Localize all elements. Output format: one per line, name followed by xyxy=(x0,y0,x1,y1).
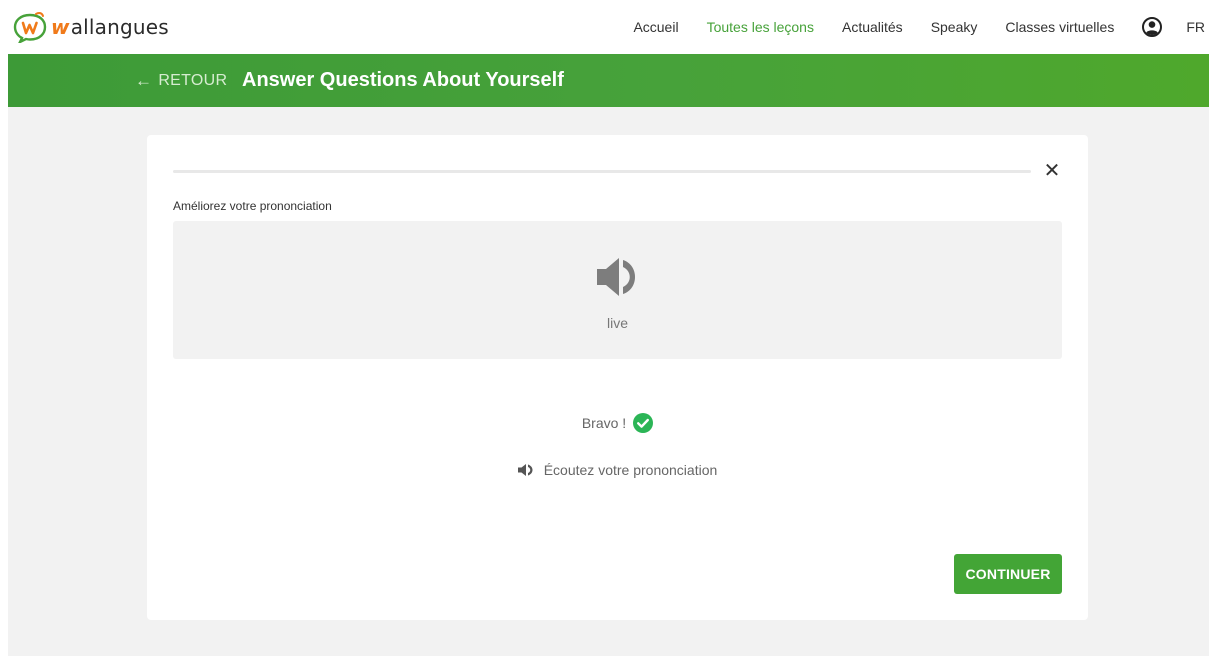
close-icon[interactable]: ✕ xyxy=(1041,160,1063,182)
logo-text: wallangues xyxy=(51,15,169,39)
nav-toutes-les-lecons[interactable]: Toutes les leçons xyxy=(707,19,814,35)
listen-label: Écoutez votre prononciation xyxy=(543,462,718,478)
top-navbar: wallangues Accueil Toutes les leçons Act… xyxy=(0,0,1209,54)
language-selector[interactable]: FR xyxy=(1186,19,1205,35)
nav-speaky[interactable]: Speaky xyxy=(931,19,978,35)
arrow-left-icon: ← xyxy=(135,70,153,90)
speaker-small-icon xyxy=(517,464,533,476)
logo-letter: w xyxy=(51,15,70,39)
result-row: Bravo ! xyxy=(147,413,1088,433)
exercise-card: ✕ Améliorez votre prononciation live Bra… xyxy=(147,135,1088,620)
word-panel: live xyxy=(173,221,1062,359)
progress-bar xyxy=(173,170,1031,173)
exercise-instruction: Améliorez votre prononciation xyxy=(173,199,332,213)
main-nav: Accueil Toutes les leçons Actualités Spe… xyxy=(633,0,1209,54)
listen-pronunciation-link[interactable]: Écoutez votre prononciation xyxy=(147,462,1088,478)
back-label: RETOUR xyxy=(158,71,228,89)
logo[interactable]: wallangues xyxy=(12,11,169,43)
nav-accueil[interactable]: Accueil xyxy=(633,19,678,35)
back-button[interactable]: ← RETOUR xyxy=(135,54,227,107)
nav-actualites[interactable]: Actualités xyxy=(842,19,903,35)
check-circle-icon xyxy=(633,413,654,433)
logo-icon xyxy=(13,11,47,43)
continue-button[interactable]: CONTINUER xyxy=(954,554,1062,594)
user-circle-icon[interactable] xyxy=(1142,17,1163,37)
logo-wordmark: allangues xyxy=(70,15,169,39)
lesson-title: Answer Questions About Yourself xyxy=(242,69,564,91)
lesson-header: ← RETOUR Answer Questions About Yourself xyxy=(8,54,1209,107)
result-text: Bravo ! xyxy=(581,415,627,431)
target-word: live xyxy=(606,315,628,331)
speaker-icon[interactable] xyxy=(595,255,641,299)
nav-classes-virtuelles[interactable]: Classes virtuelles xyxy=(1005,19,1114,35)
